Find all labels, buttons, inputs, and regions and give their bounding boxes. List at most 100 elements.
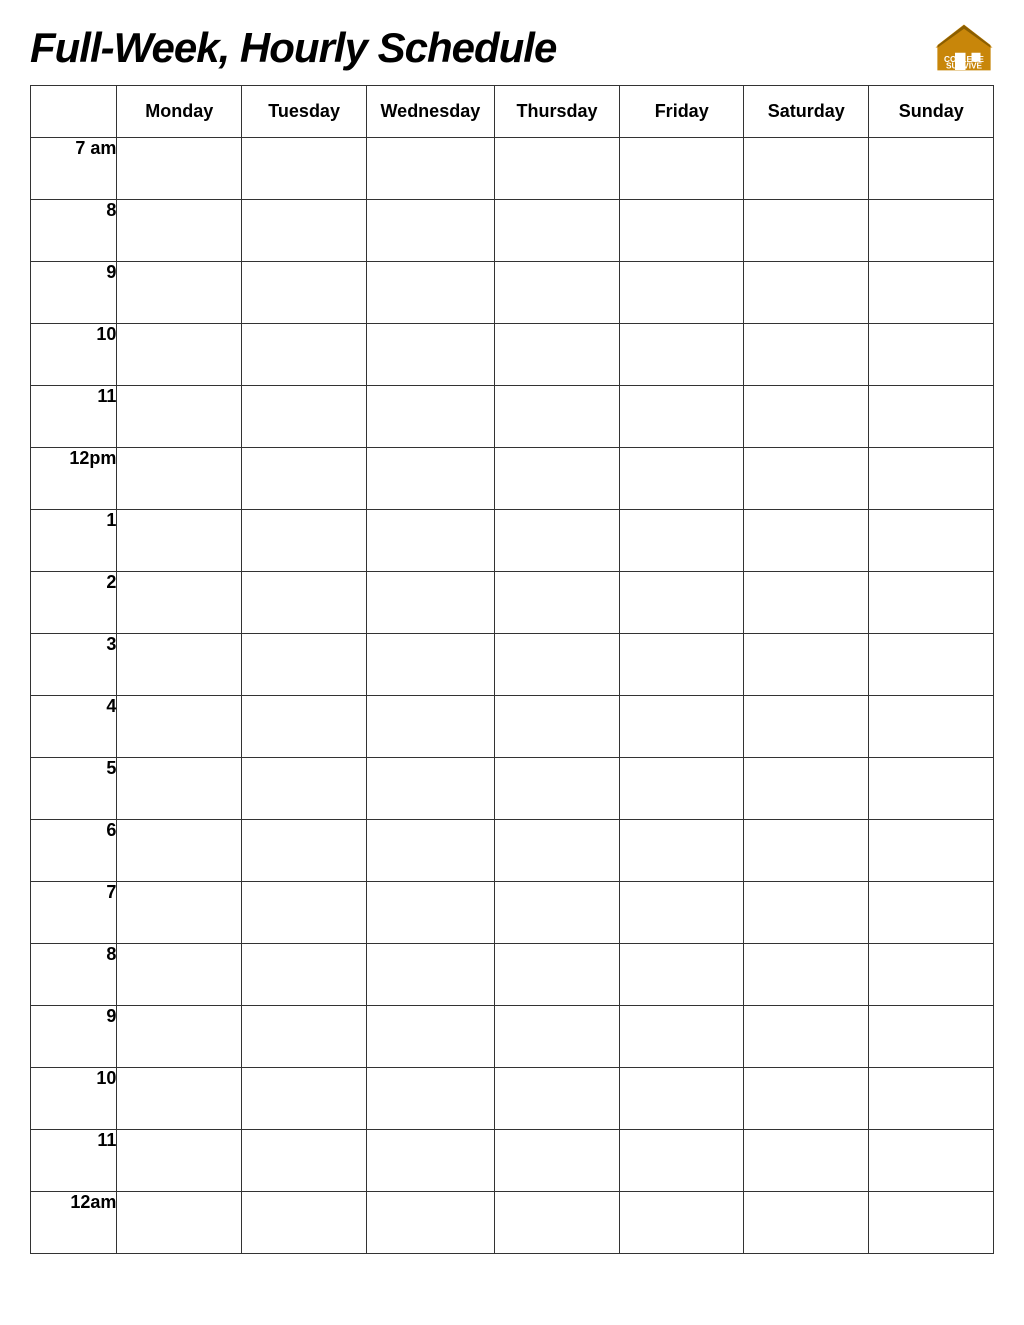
schedule-cell[interactable] [620,696,744,758]
schedule-cell[interactable] [242,758,367,820]
schedule-cell[interactable] [117,1006,242,1068]
schedule-cell[interactable] [869,324,994,386]
schedule-cell[interactable] [242,510,367,572]
schedule-cell[interactable] [743,696,869,758]
schedule-cell[interactable] [869,572,994,634]
schedule-cell[interactable] [367,1192,494,1254]
schedule-cell[interactable] [620,1192,744,1254]
schedule-cell[interactable] [494,820,620,882]
schedule-cell[interactable] [743,1006,869,1068]
schedule-cell[interactable] [869,510,994,572]
schedule-cell[interactable] [367,882,494,944]
schedule-cell[interactable] [117,262,242,324]
schedule-cell[interactable] [620,820,744,882]
schedule-cell[interactable] [869,1006,994,1068]
schedule-cell[interactable] [743,634,869,696]
schedule-cell[interactable] [743,572,869,634]
schedule-cell[interactable] [367,1068,494,1130]
schedule-cell[interactable] [117,138,242,200]
schedule-cell[interactable] [242,634,367,696]
schedule-cell[interactable] [743,1192,869,1254]
schedule-cell[interactable] [869,882,994,944]
schedule-cell[interactable] [869,1130,994,1192]
schedule-cell[interactable] [117,386,242,448]
schedule-cell[interactable] [367,1130,494,1192]
schedule-cell[interactable] [117,1068,242,1130]
schedule-cell[interactable] [117,510,242,572]
schedule-cell[interactable] [494,758,620,820]
schedule-cell[interactable] [494,1130,620,1192]
schedule-cell[interactable] [367,262,494,324]
schedule-cell[interactable] [494,1068,620,1130]
schedule-cell[interactable] [242,200,367,262]
schedule-cell[interactable] [620,510,744,572]
schedule-cell[interactable] [620,758,744,820]
schedule-cell[interactable] [743,324,869,386]
schedule-cell[interactable] [743,448,869,510]
schedule-cell[interactable] [367,200,494,262]
schedule-cell[interactable] [242,1192,367,1254]
schedule-cell[interactable] [367,634,494,696]
schedule-cell[interactable] [620,262,744,324]
schedule-cell[interactable] [620,634,744,696]
schedule-cell[interactable] [869,1192,994,1254]
schedule-cell[interactable] [494,944,620,1006]
schedule-cell[interactable] [494,386,620,448]
schedule-cell[interactable] [743,1068,869,1130]
schedule-cell[interactable] [494,200,620,262]
schedule-cell[interactable] [367,1006,494,1068]
schedule-cell[interactable] [494,696,620,758]
schedule-cell[interactable] [242,696,367,758]
schedule-cell[interactable] [367,448,494,510]
schedule-cell[interactable] [494,510,620,572]
schedule-cell[interactable] [117,448,242,510]
schedule-cell[interactable] [620,386,744,448]
schedule-cell[interactable] [367,820,494,882]
schedule-cell[interactable] [494,634,620,696]
schedule-cell[interactable] [743,758,869,820]
schedule-cell[interactable] [620,1130,744,1192]
schedule-cell[interactable] [242,820,367,882]
schedule-cell[interactable] [869,386,994,448]
schedule-cell[interactable] [117,882,242,944]
schedule-cell[interactable] [494,1192,620,1254]
schedule-cell[interactable] [743,200,869,262]
schedule-cell[interactable] [620,324,744,386]
schedule-cell[interactable] [242,1006,367,1068]
schedule-cell[interactable] [869,758,994,820]
schedule-cell[interactable] [117,634,242,696]
schedule-cell[interactable] [117,820,242,882]
schedule-cell[interactable] [242,386,367,448]
schedule-cell[interactable] [494,448,620,510]
schedule-cell[interactable] [869,448,994,510]
schedule-cell[interactable] [494,324,620,386]
schedule-cell[interactable] [494,138,620,200]
schedule-cell[interactable] [242,138,367,200]
schedule-cell[interactable] [620,944,744,1006]
schedule-cell[interactable] [620,882,744,944]
schedule-cell[interactable] [869,262,994,324]
schedule-cell[interactable] [242,882,367,944]
schedule-cell[interactable] [242,324,367,386]
schedule-cell[interactable] [242,448,367,510]
schedule-cell[interactable] [117,200,242,262]
schedule-cell[interactable] [367,324,494,386]
schedule-cell[interactable] [620,448,744,510]
schedule-cell[interactable] [869,200,994,262]
schedule-cell[interactable] [743,820,869,882]
schedule-cell[interactable] [620,1006,744,1068]
schedule-cell[interactable] [117,324,242,386]
schedule-cell[interactable] [367,944,494,1006]
schedule-cell[interactable] [620,572,744,634]
schedule-cell[interactable] [494,1006,620,1068]
schedule-cell[interactable] [242,572,367,634]
schedule-cell[interactable] [117,1130,242,1192]
schedule-cell[interactable] [367,696,494,758]
schedule-cell[interactable] [117,696,242,758]
schedule-cell[interactable] [117,1192,242,1254]
schedule-cell[interactable] [620,200,744,262]
schedule-cell[interactable] [117,944,242,1006]
schedule-cell[interactable] [743,944,869,1006]
schedule-cell[interactable] [242,1068,367,1130]
schedule-cell[interactable] [242,262,367,324]
